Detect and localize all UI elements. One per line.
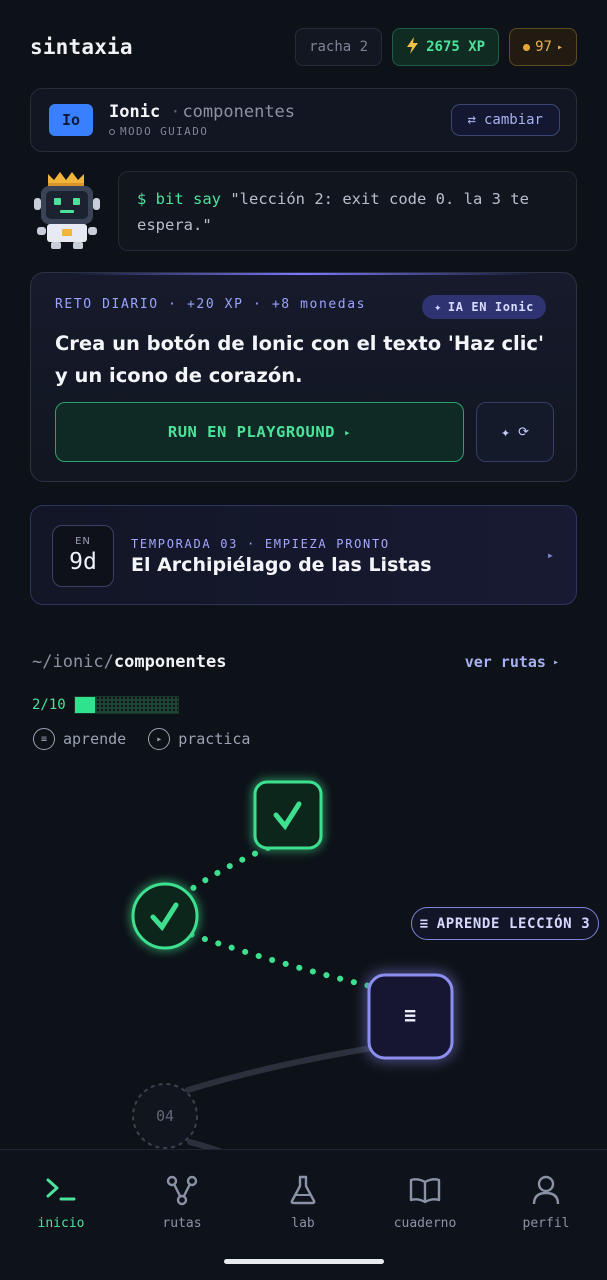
home-indicator — [224, 1259, 384, 1264]
daily-challenge-card: RETO DIARIO · +20 XP · +8 monedas ✦ IA E… — [30, 272, 577, 482]
current-tech-card: Io Ionic componentes MODO GUIADO ⇄ cambi… — [30, 88, 577, 152]
terminal-icon — [6, 1172, 116, 1208]
view-routes-label: ver rutas — [464, 653, 546, 671]
tooltip-label: APRENDE LECCIÓN 3 — [436, 915, 591, 932]
season-countdown: EN 9d — [52, 525, 114, 587]
lesson-node-1-done — [253, 780, 323, 850]
ionic-logo-icon: Io — [49, 104, 93, 136]
challenge-meta: RETO DIARIO · +20 XP · +8 monedas — [55, 297, 367, 312]
mode-practice[interactable]: ▸ practica — [148, 728, 250, 750]
season-title: El Archipiélago de las Listas — [131, 554, 432, 576]
path-header: ~/ionic/componentes ver rutas ▸ — [32, 652, 559, 672]
header-stats: racha 2 2675 XP 97 ▸ — [295, 28, 577, 66]
learn-icon: ≡ — [33, 728, 55, 750]
chevron-right-icon: ▸ — [546, 548, 554, 562]
nav-item-rutas[interactable]: rutas — [127, 1172, 237, 1231]
path-progress: 2/10 — [32, 696, 179, 714]
lesson-node-2-done — [131, 882, 199, 950]
swap-icon: ⇄ — [467, 112, 476, 128]
lesson-node-4-locked: 04 — [132, 1083, 198, 1149]
app-header: sintaxia racha 2 2675 XP 97 ▸ — [30, 26, 577, 68]
coins-badge[interactable]: 97 ▸ — [509, 28, 577, 66]
nav-label: perfil — [522, 1216, 570, 1231]
nav-label: rutas — [162, 1216, 202, 1231]
nav-item-inicio[interactable]: inicio — [6, 1172, 116, 1231]
mascot-speech-bubble: $ bit say "lección 2: exit code 0. la 3 … — [118, 171, 577, 251]
path-connector-done — [175, 927, 381, 991]
coin-icon — [523, 43, 531, 51]
user-icon — [491, 1172, 601, 1208]
book-icon — [370, 1172, 480, 1208]
season-card[interactable]: EN 9d TEMPORADA 03 · EMPIEZA PRONTO El A… — [30, 505, 577, 605]
path-name: componentes — [113, 652, 227, 672]
streak-label: racha 2 — [309, 39, 369, 55]
speech-prompt: $ bit say — [137, 190, 221, 208]
mode-practice-label: practica — [178, 730, 251, 748]
switch-label: cambiar — [483, 112, 543, 128]
challenge-title: Crea un botón de Ionic con el texto 'Haz… — [55, 332, 544, 387]
xp-badge[interactable]: 2675 XP — [392, 28, 500, 66]
progress-count: 2/10 — [32, 697, 66, 713]
lesson-node-3-current: ≡ — [367, 973, 454, 1060]
chevron-right-icon: ▸ — [556, 41, 563, 53]
view-routes-link[interactable]: ver rutas ▸ — [465, 653, 559, 671]
xp-label: 2675 XP — [426, 39, 486, 55]
chevron-right-icon: ▸ — [552, 656, 559, 668]
nav-item-cuaderno[interactable]: cuaderno — [370, 1172, 480, 1231]
routes-icon — [127, 1172, 237, 1208]
switch-tech-button[interactable]: ⇄ cambiar — [450, 104, 560, 136]
ai-regenerate-button[interactable]: ✦ ⟳ — [476, 402, 554, 462]
run-playground-button[interactable]: RUN EN PLAYGROUND ▸ — [55, 402, 464, 462]
card-glow — [71, 273, 536, 275]
progress-bar — [73, 696, 179, 714]
lesson-list-icon: ≡ — [404, 1003, 416, 1027]
list-icon: ≡ — [419, 915, 429, 932]
path-prefix: ~/ionic/ — [32, 652, 114, 672]
mode-learn-label: aprende — [63, 730, 127, 748]
ai-badge-label: IA EN Ionic — [447, 300, 534, 314]
progress-fill — [74, 697, 96, 713]
tech-subtopic: componentes — [170, 102, 295, 122]
path-connector-locked — [185, 1045, 375, 1093]
nav-label: cuaderno — [393, 1216, 457, 1231]
refresh-icon: ⟳ — [518, 424, 529, 440]
sparkle-icon: ✦ — [434, 300, 442, 314]
flask-icon — [248, 1172, 358, 1208]
tech-mode: MODO GUIADO — [109, 125, 295, 138]
robot-mascot-icon — [33, 170, 101, 250]
ai-badge: ✦ IA EN Ionic — [422, 295, 546, 319]
nav-item-perfil[interactable]: perfil — [491, 1172, 601, 1231]
app-logo: sintaxia — [30, 35, 133, 59]
sparkle-icon: ✦ — [501, 423, 511, 441]
countdown-prefix: EN — [75, 536, 91, 547]
path-title: ~/ionic/componentes — [32, 652, 226, 672]
streak-badge[interactable]: racha 2 — [295, 28, 383, 66]
lesson-path-map: ≡ 04 — [131, 780, 454, 1150]
tech-name: Ionic — [109, 102, 161, 122]
run-label: RUN EN PLAYGROUND — [167, 423, 335, 441]
mode-learn[interactable]: ≡ aprende — [33, 728, 126, 750]
nav-label: inicio — [37, 1216, 85, 1231]
nav-label: lab — [291, 1216, 315, 1231]
tech-mode-label: MODO GUIADO — [120, 125, 209, 138]
learn-lesson-tooltip[interactable]: ≡ APRENDE LECCIÓN 3 — [411, 907, 599, 940]
nav-item-lab[interactable]: lab — [248, 1172, 358, 1231]
coins-label: 97 — [535, 39, 552, 55]
tech-info: Ionic componentes MODO GUIADO — [109, 102, 295, 138]
path-modes: ≡ aprende ▸ practica — [33, 728, 250, 750]
play-icon: ▸ — [344, 425, 352, 439]
lesson-number: 04 — [156, 1107, 174, 1125]
mode-dot-icon — [109, 128, 115, 135]
lightning-icon — [406, 36, 419, 58]
practice-icon: ▸ — [148, 728, 171, 750]
countdown-days: 9d — [69, 549, 97, 575]
season-label: TEMPORADA 03 · EMPIEZA PRONTO — [131, 537, 390, 551]
